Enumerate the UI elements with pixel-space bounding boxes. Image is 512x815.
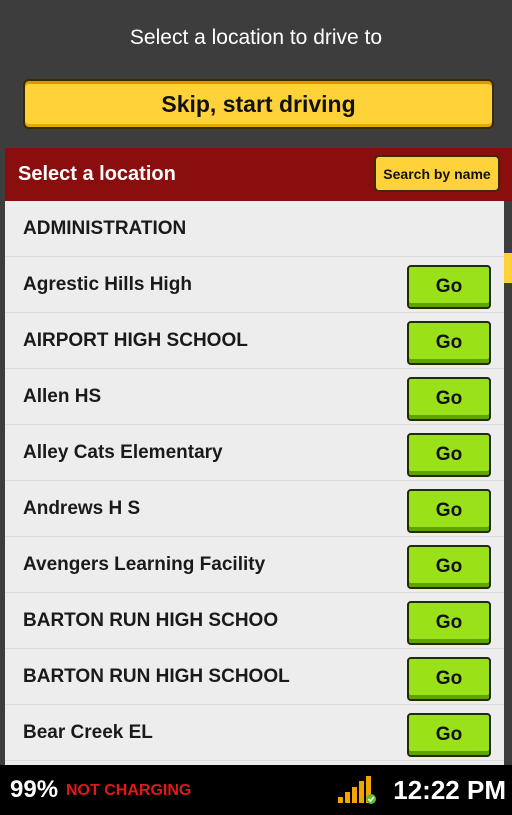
list-item[interactable]: ADMINISTRATION	[5, 201, 504, 257]
search-by-name-button[interactable]: Search by name	[374, 155, 500, 192]
go-button[interactable]: Go	[407, 601, 491, 645]
go-button[interactable]: Go	[407, 657, 491, 701]
page-title: Select a location to drive to	[129, 26, 383, 49]
location-list: ADMINISTRATION Agrestic Hills High Go AI…	[5, 201, 504, 765]
location-name: ADMINISTRATION	[23, 218, 187, 239]
location-name: BARTON RUN HIGH SCHOOL	[23, 666, 290, 687]
list-item[interactable]: Avengers Learning Facility Go	[5, 537, 504, 593]
go-button[interactable]: Go	[407, 433, 491, 477]
top-panel: Select a location to drive to Skip, star…	[0, 0, 512, 148]
list-item[interactable]: Allen HS Go	[5, 369, 504, 425]
go-button[interactable]: Go	[407, 489, 491, 533]
location-header: Select a location Search by name	[5, 148, 512, 201]
location-name: Alley Cats Elementary	[23, 442, 223, 463]
list-item[interactable]: Bear Creek EL Go	[5, 705, 504, 761]
scrollbar-thumb[interactable]	[504, 253, 512, 283]
location-name: Agrestic Hills High	[23, 274, 192, 295]
skip-start-driving-button[interactable]: Skip, start driving	[23, 79, 494, 129]
go-button[interactable]: Go	[407, 321, 491, 365]
charging-status: NOT CHARGING	[66, 782, 192, 799]
go-button[interactable]: Go	[407, 545, 491, 589]
go-button[interactable]: Go	[407, 377, 491, 421]
list-item[interactable]: Andrews H S Go	[5, 481, 504, 537]
go-button[interactable]: Go	[407, 713, 491, 757]
list-item[interactable]: Agrestic Hills High Go	[5, 257, 504, 313]
location-name: Bear Creek EL	[23, 722, 153, 743]
list-item[interactable]: BARTON RUN HIGH SCHOOL Go	[5, 649, 504, 705]
list-item[interactable]: BARTON RUN HIGH SCHOO Go	[5, 593, 504, 649]
list-item[interactable]: AIRPORT HIGH SCHOOL Go	[5, 313, 504, 369]
signal-bars-icon	[338, 776, 376, 804]
go-button[interactable]: Go	[407, 265, 491, 309]
list-item[interactable]: Alley Cats Elementary Go	[5, 425, 504, 481]
location-name: Avengers Learning Facility	[23, 554, 266, 575]
status-bar: 99% NOT CHARGING 12:22 PM	[0, 765, 512, 815]
location-name: AIRPORT HIGH SCHOOL	[23, 330, 248, 351]
scrollbar[interactable]	[504, 201, 512, 765]
location-name: Andrews H S	[23, 498, 141, 519]
battery-percent: 99%	[10, 776, 59, 803]
location-name: Allen HS	[23, 386, 102, 407]
location-header-title: Select a location	[18, 163, 176, 185]
location-name: BARTON RUN HIGH SCHOO	[23, 610, 279, 631]
clock: 12:22 PM	[393, 775, 506, 805]
